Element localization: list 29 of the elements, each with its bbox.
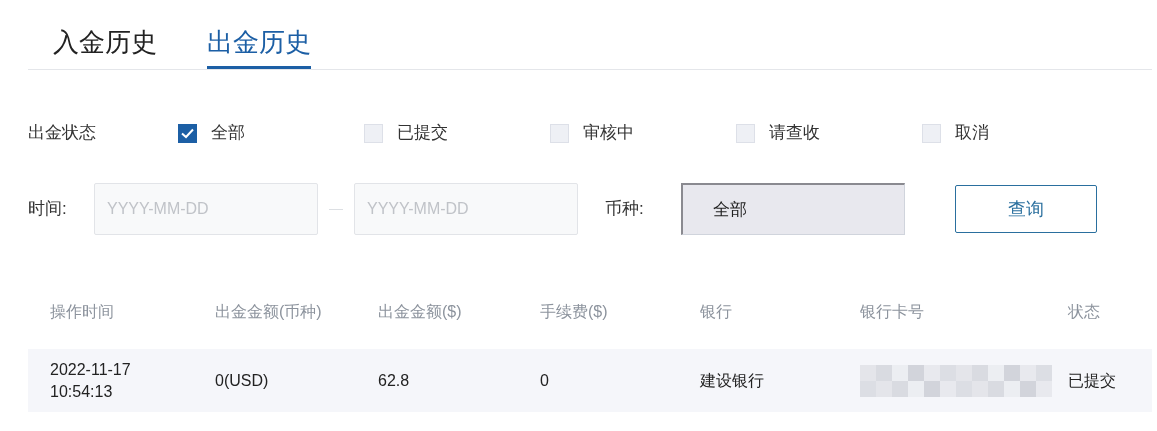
table-cell-text: 0(USD) xyxy=(215,370,270,391)
checkbox-label: 审核中 xyxy=(583,122,634,145)
table-cell-text: 2022-11-17 10:54:13 xyxy=(50,359,132,402)
column-header: 出金金额($) xyxy=(378,302,463,322)
checkbox-label: 请查收 xyxy=(769,122,820,145)
column-header: 状态 xyxy=(1068,302,1101,322)
tab[interactable]: 入金历史 xyxy=(53,24,157,69)
table-cell-text: 已提交 xyxy=(1068,370,1117,391)
currency-select[interactable]: 全部 xyxy=(681,183,905,235)
table-cell-text: 0 xyxy=(540,370,550,391)
checkbox-label: 全部 xyxy=(211,122,245,145)
filter-label: 币种: xyxy=(604,198,645,221)
filter-label: 出金状态 xyxy=(28,122,97,145)
filter-label: 时间: xyxy=(28,198,68,221)
date-field[interactable]: YYYY-MM-DD xyxy=(94,183,318,235)
column-header: 操作时间 xyxy=(50,302,115,322)
checkbox-label: 取消 xyxy=(955,122,989,145)
column-header: 出金金额(币种) xyxy=(215,302,323,322)
check-icon xyxy=(181,127,194,139)
date-field[interactable]: YYYY-MM-DD xyxy=(354,183,578,235)
tab[interactable]: 出金历史 xyxy=(207,24,311,69)
checkbox[interactable] xyxy=(178,123,197,143)
query-button[interactable]: 查询 xyxy=(955,185,1097,233)
table-cell-text: 62.8 xyxy=(378,370,411,391)
column-header: 手续费($) xyxy=(540,302,609,322)
table-cell-text: 建设银行 xyxy=(700,370,765,391)
column-header: 银行 xyxy=(700,302,733,322)
checkbox-label: 已提交 xyxy=(397,122,448,145)
column-header: 银行卡号 xyxy=(860,302,925,322)
